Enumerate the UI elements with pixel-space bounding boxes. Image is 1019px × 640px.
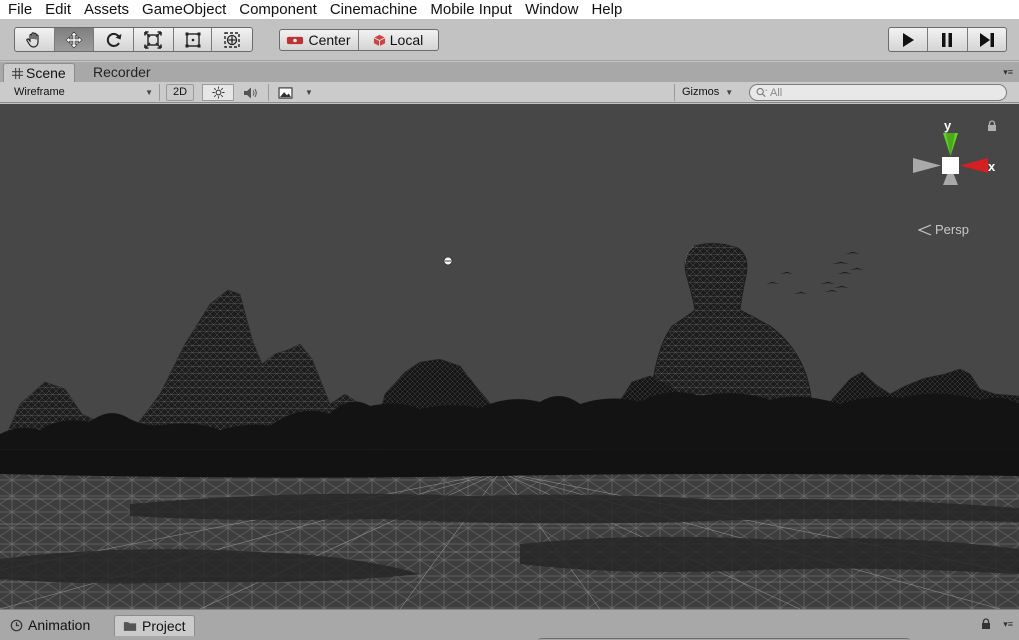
search-placeholder: All — [770, 86, 783, 99]
menu-edit[interactable]: Edit — [37, 0, 76, 19]
speaker-icon — [244, 87, 257, 98]
menu-assets[interactable]: Assets — [76, 0, 134, 19]
move-tool-button[interactable] — [54, 28, 95, 51]
scale-icon — [144, 30, 163, 49]
perspective-icon — [918, 223, 932, 236]
pivot-center-icon — [287, 36, 304, 44]
menu-cinemachine[interactable]: Cinemachine — [322, 0, 423, 19]
menu-window[interactable]: Window — [517, 0, 583, 19]
rotate-tool-button[interactable] — [94, 28, 135, 51]
scene-tab-strip: Scene Recorder ▾≡ — [0, 62, 1019, 82]
bottom-tab-strip: Animation Project ▾≡ — [0, 609, 1019, 640]
combined-transform-icon — [224, 31, 240, 48]
light-gizmo[interactable] — [443, 256, 453, 266]
step-icon — [979, 32, 994, 47]
panel-lock-icon[interactable] — [981, 618, 991, 630]
draw-mode-label: Wireframe — [14, 86, 65, 98]
menu-gameobject[interactable]: GameObject — [134, 0, 231, 19]
pivot-rotation-button[interactable]: Local — [359, 30, 438, 50]
draw-mode-dropdown[interactable]: Wireframe ▼ — [4, 84, 160, 101]
step-button[interactable] — [968, 28, 1006, 51]
x-axis-label: x — [988, 159, 996, 174]
image-icon — [278, 86, 293, 99]
tab-recorder-label: Recorder — [93, 64, 151, 80]
transform-tool-button[interactable] — [212, 28, 252, 51]
grid-icon — [12, 67, 23, 79]
menu-mobile-input[interactable]: Mobile Input — [422, 0, 517, 19]
pivot-center-button[interactable]: Center — [280, 30, 359, 50]
wireframe-scene — [0, 243, 1019, 609]
main-toolbar: Center Local — [0, 19, 1019, 61]
play-button[interactable] — [889, 28, 929, 51]
toggle-2d-label: 2D — [172, 86, 188, 98]
scene-lighting-toggle[interactable] — [202, 84, 234, 101]
play-icon — [903, 32, 915, 47]
move-arrows-icon — [65, 31, 83, 48]
pivot-rotation-label: Local — [389, 32, 424, 48]
hand-tool-button[interactable] — [15, 28, 55, 51]
scale-tool-button[interactable] — [134, 28, 174, 51]
y-axis-label: y — [944, 118, 952, 133]
toggle-2d-button[interactable]: 2D — [166, 84, 194, 101]
rect-tool-button[interactable] — [174, 28, 213, 51]
menu-help[interactable]: Help — [583, 0, 627, 19]
clock-icon — [10, 619, 23, 632]
scene-viewport[interactable]: y x Persp — [0, 104, 1019, 609]
axis-gizmo: y x — [913, 118, 996, 185]
gizmos-chevron-down-icon: ▼ — [725, 88, 734, 97]
lock-icon[interactable] — [987, 120, 997, 132]
transform-tools — [14, 27, 253, 52]
pivot-center-label: Center — [308, 32, 351, 48]
chevron-down-icon: ▼ — [145, 88, 153, 97]
menu-bar: File Edit Assets GameObject Component Cinemac… — [0, 0, 1019, 19]
folder-icon — [123, 622, 137, 631]
scene-view-toolbar: Wireframe ▼ 2D ▼ Gizmos ▼ All — [0, 82, 1019, 103]
hand-icon — [26, 31, 39, 48]
sun-icon — [211, 86, 225, 99]
pause-icon — [942, 32, 953, 47]
rotate-icon — [106, 32, 122, 47]
scene-effects-dropdown[interactable]: ▼ — [268, 84, 316, 101]
gizmo-center-cube[interactable] — [942, 157, 959, 174]
projection-toggle[interactable]: Persp — [918, 222, 969, 237]
tab-recorder[interactable]: Recorder — [87, 63, 157, 82]
gizmos-dropdown[interactable]: Gizmos ▼ — [674, 84, 744, 101]
scene-audio-toggle[interactable] — [236, 84, 266, 101]
menu-component[interactable]: Component — [231, 0, 322, 19]
tab-menu-icon[interactable]: ▾≡ — [1003, 67, 1013, 78]
tab-animation[interactable]: Animation — [10, 615, 90, 636]
pivot-toggles: Center Local — [279, 29, 439, 51]
tab-project-label: Project — [142, 617, 186, 634]
rect-transform-icon — [185, 32, 201, 47]
tab-scene-label: Scene — [26, 64, 66, 81]
playback-controls — [888, 27, 1007, 52]
panel-menu-icon[interactable]: ▾≡ — [1003, 619, 1013, 630]
projection-label: Persp — [935, 222, 969, 237]
gizmos-label: Gizmos — [682, 86, 720, 98]
local-cube-icon — [373, 34, 386, 46]
neg-x-axis-cone[interactable] — [913, 158, 941, 173]
menu-file[interactable]: File — [0, 0, 37, 19]
pause-button[interactable] — [928, 28, 968, 51]
bird-flock — [766, 252, 864, 294]
orientation-gizmo[interactable]: y x — [908, 118, 998, 228]
tab-animation-label: Animation — [28, 617, 91, 633]
bottom-panel-controls: ▾≡ — [981, 618, 1013, 630]
tab-scene[interactable]: Scene — [3, 63, 75, 82]
hierarchy-search-input[interactable]: All — [749, 84, 1007, 101]
x-axis-cone[interactable] — [960, 158, 988, 173]
search-icon — [756, 87, 768, 98]
effects-chevron-down-icon: ▼ — [305, 88, 313, 97]
tab-project[interactable]: Project — [114, 615, 195, 636]
